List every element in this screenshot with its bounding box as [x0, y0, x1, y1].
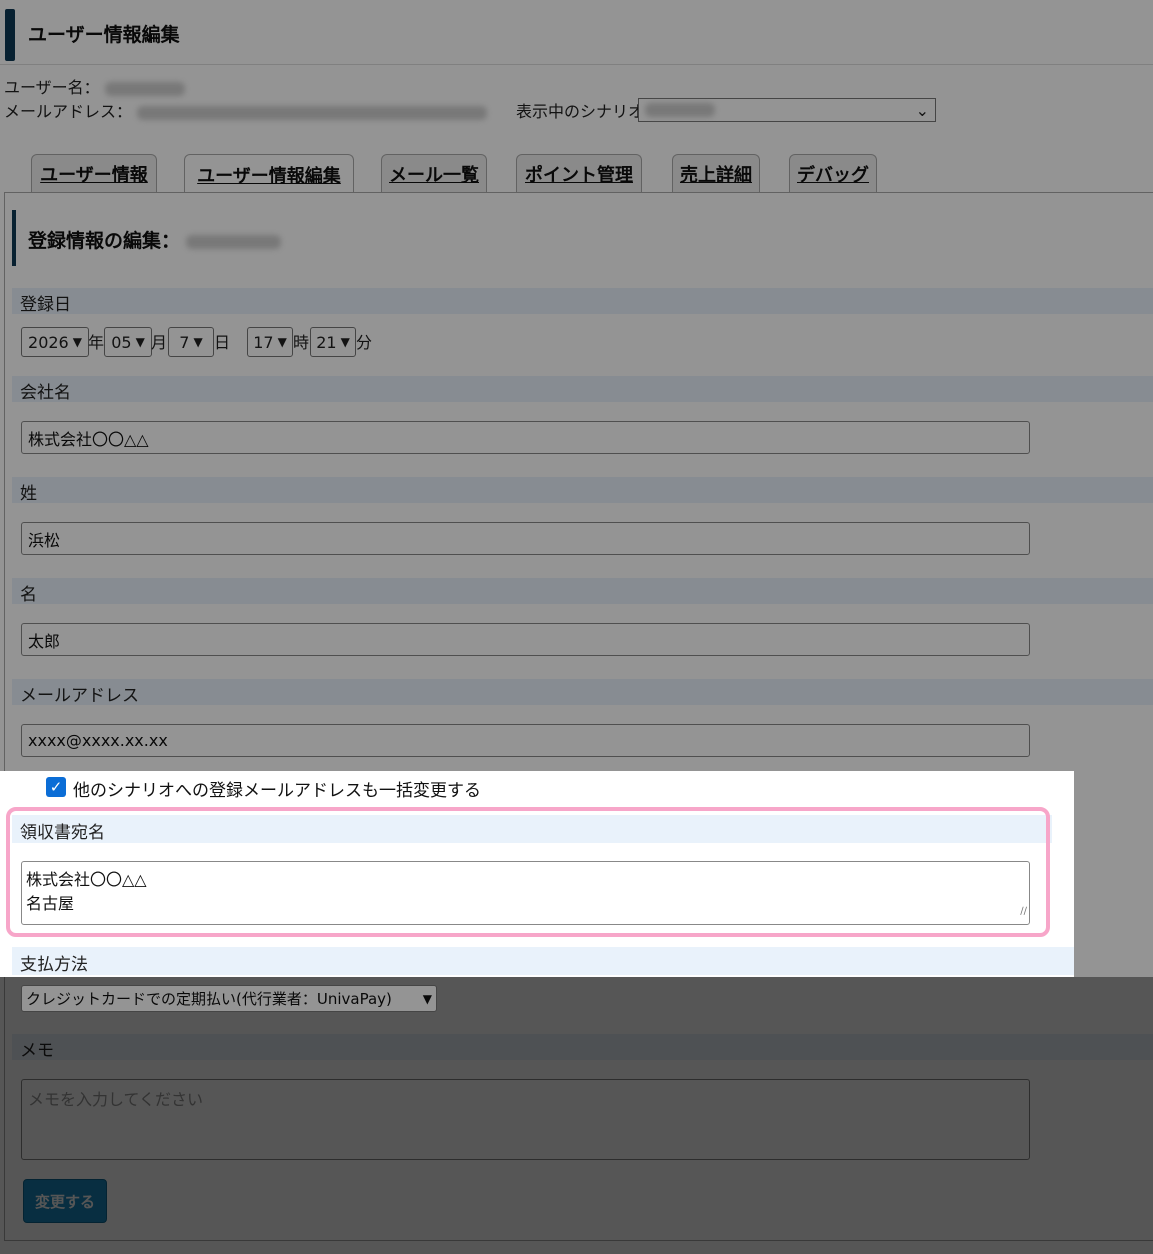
bulk-change-label: 他のシナリオへの登録メールアドレスも一括変更する [73, 781, 481, 801]
payment-label-row: 支払方法 [12, 947, 1074, 975]
chevron-down-icon: ▼ [422, 991, 432, 1006]
highlight-frame [6, 807, 1050, 937]
payment-select[interactable]: クレジットカードでの定期払い(代行業者：UnivaPay) ▼ [21, 985, 437, 1012]
dim-overlay [0, 0, 1153, 1254]
bulk-change-checkbox[interactable]: ✓ [46, 777, 66, 797]
